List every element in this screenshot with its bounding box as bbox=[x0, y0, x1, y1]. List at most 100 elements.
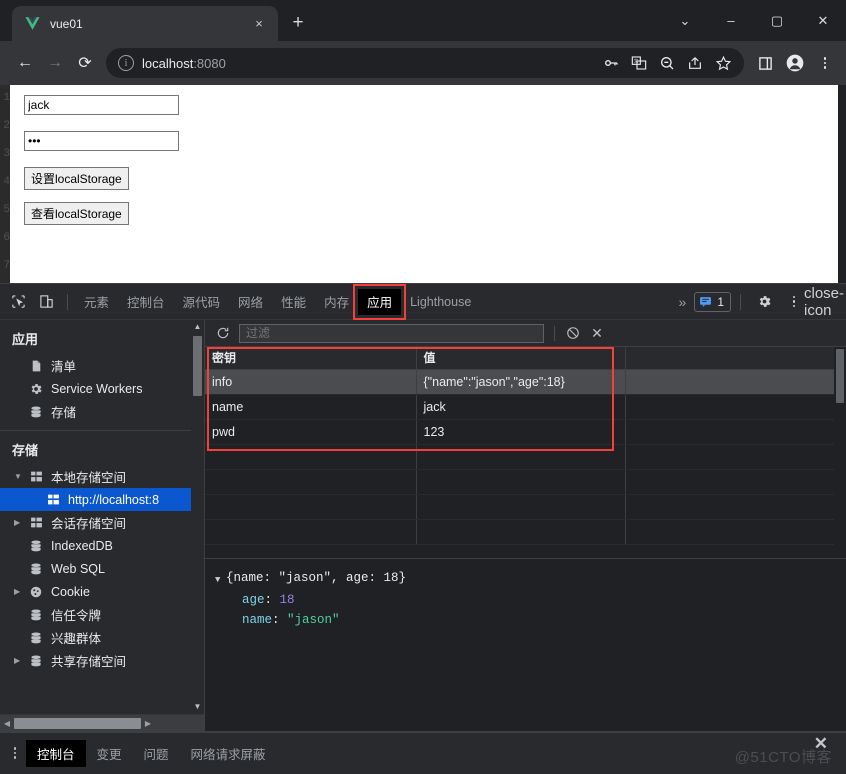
tab-memory[interactable]: 内存 bbox=[315, 289, 358, 315]
maximize-button[interactable]: ▢ bbox=[754, 5, 800, 37]
table-row[interactable]: pwd 123 bbox=[205, 419, 846, 445]
twisty-icon[interactable]: ▼ bbox=[14, 472, 26, 481]
sidebar-item-manifest[interactable]: 清单 bbox=[0, 354, 204, 377]
drawer-tab-console[interactable]: 控制台 bbox=[26, 739, 86, 767]
more-tabs-chevron-icon[interactable]: » bbox=[673, 294, 693, 310]
clear-prohibited-icon[interactable] bbox=[561, 322, 585, 344]
sidebar-item-trust-tokens[interactable]: 信任令牌 bbox=[0, 603, 204, 626]
refresh-icon[interactable] bbox=[211, 322, 235, 344]
sidebar-section-application-title: 应用 bbox=[12, 332, 39, 347]
twisty-icon[interactable]: ▼ bbox=[215, 568, 226, 590]
column-header-key[interactable]: 密钥 bbox=[205, 347, 417, 370]
cell-filler bbox=[625, 419, 846, 445]
database-icon bbox=[28, 631, 44, 645]
tab-search-icon[interactable]: ⌄ bbox=[662, 5, 708, 37]
drawer-tab-network-blocking[interactable]: 网络请求屏蔽 bbox=[180, 740, 277, 767]
preview-entry-key: age bbox=[242, 593, 265, 607]
forward-icon[interactable]: → bbox=[40, 48, 70, 78]
preview-summary-row[interactable]: ▼ {name: "jason", age: 18} bbox=[215, 568, 846, 590]
sidebar-item-service-workers[interactable]: Service Workers bbox=[0, 377, 204, 400]
tab-application[interactable]: 应用 bbox=[353, 283, 407, 320]
close-devtools-icon[interactable]: close-icon bbox=[804, 285, 844, 319]
scrollbar-thumb[interactable] bbox=[836, 349, 844, 403]
preview-entry-value: "jason" bbox=[287, 613, 340, 627]
address-bar[interactable]: i localhost:8080 文 bbox=[106, 48, 744, 78]
tab-console[interactable]: 控制台 bbox=[118, 289, 174, 315]
sidebar-item-local-storage[interactable]: ▼ 本地存储空间 bbox=[0, 465, 204, 488]
bookmark-star-icon[interactable] bbox=[710, 50, 736, 76]
sidebar-vertical-scrollbar[interactable]: ▲ bbox=[191, 320, 204, 697]
scrollbar-thumb[interactable] bbox=[193, 336, 202, 396]
device-toolbar-icon[interactable] bbox=[32, 289, 60, 315]
sidebar-item-shared-storage[interactable]: ▶ 共享存储空间 bbox=[0, 649, 204, 672]
gear-icon[interactable] bbox=[750, 289, 778, 315]
table-vertical-scrollbar[interactable] bbox=[834, 347, 846, 558]
column-header-value[interactable]: 值 bbox=[416, 347, 626, 370]
twisty-icon[interactable]: ▶ bbox=[14, 587, 26, 596]
message-count-badge[interactable]: 1 bbox=[694, 291, 731, 312]
tab-close-icon[interactable]: × bbox=[250, 15, 268, 33]
table-empty-row[interactable] bbox=[205, 519, 846, 545]
scroll-up-icon[interactable]: ▲ bbox=[194, 320, 202, 334]
preview-entry-row[interactable]: age: 18 bbox=[215, 590, 846, 610]
cell-value[interactable]: {"name":"jason","age":18} bbox=[416, 369, 626, 395]
omnibox-actions: 文 bbox=[598, 50, 736, 76]
site-info-icon[interactable]: i bbox=[118, 55, 134, 71]
table-empty-row[interactable] bbox=[205, 469, 846, 495]
table-empty-row[interactable] bbox=[205, 494, 846, 520]
browser-tab[interactable]: vue01 × bbox=[12, 6, 278, 41]
tab-lighthouse[interactable]: Lighthouse bbox=[401, 289, 480, 315]
sidebar-item-session-storage[interactable]: ▶ 会话存储空间 bbox=[0, 511, 204, 534]
table-row[interactable]: name jack bbox=[205, 394, 846, 420]
scroll-right-icon[interactable]: ▶ bbox=[141, 719, 155, 728]
cursor-inspect-icon[interactable] bbox=[4, 289, 32, 315]
tab-elements[interactable]: 元素 bbox=[75, 289, 118, 315]
reload-icon[interactable]: ⟳ bbox=[70, 48, 100, 78]
scroll-down-icon[interactable]: ▼ bbox=[191, 700, 204, 714]
side-panel-icon[interactable] bbox=[750, 48, 780, 78]
new-tab-button[interactable]: + bbox=[284, 9, 312, 37]
local-storage-table: 密钥 值 info {"name":"jason","age":18} name… bbox=[205, 347, 846, 545]
tab-network[interactable]: 网络 bbox=[229, 289, 272, 315]
drawer-tab-issues[interactable]: 问题 bbox=[133, 740, 180, 767]
filter-input[interactable] bbox=[239, 323, 544, 343]
zoom-out-icon[interactable] bbox=[654, 50, 680, 76]
toolbar-divider bbox=[67, 293, 68, 310]
sidebar-item-label: 清单 bbox=[51, 360, 77, 374]
column-header-filler bbox=[625, 347, 846, 370]
close-window-button[interactable]: ✕ bbox=[800, 5, 846, 37]
drawer-more-icon[interactable] bbox=[4, 740, 26, 766]
tab-title: vue01 bbox=[50, 16, 83, 31]
tab-sources[interactable]: 源代码 bbox=[174, 289, 230, 315]
sidebar-item-interest-groups[interactable]: 兴趣群体 bbox=[0, 626, 204, 649]
minimize-button[interactable]: – bbox=[708, 5, 754, 37]
key-icon[interactable] bbox=[598, 50, 624, 76]
cell-value[interactable]: jack bbox=[416, 394, 626, 420]
table-row[interactable]: info {"name":"jason","age":18} bbox=[205, 369, 846, 395]
scroll-left-icon[interactable]: ◀ bbox=[0, 719, 14, 728]
delete-x-icon[interactable]: ✕ bbox=[585, 322, 609, 344]
preview-entry-row[interactable]: name: "jason" bbox=[215, 610, 846, 630]
sidebar-item-storage[interactable]: 存储 bbox=[0, 400, 204, 423]
browser-menu-icon[interactable] bbox=[810, 48, 840, 78]
cell-key[interactable]: info bbox=[205, 369, 417, 395]
share-icon[interactable] bbox=[682, 50, 708, 76]
cell-key[interactable]: name bbox=[205, 394, 417, 420]
twisty-icon[interactable]: ▶ bbox=[14, 656, 26, 665]
sidebar-item-web-sql[interactable]: Web SQL bbox=[0, 557, 204, 580]
translate-icon[interactable]: 文 bbox=[626, 50, 652, 76]
drawer-tab-changes[interactable]: 变更 bbox=[86, 740, 133, 767]
sidebar-item-indexeddb[interactable]: IndexedDB bbox=[0, 534, 204, 557]
profile-avatar-icon[interactable] bbox=[780, 48, 810, 78]
twisty-icon[interactable]: ▶ bbox=[14, 518, 26, 527]
cell-value[interactable]: 123 bbox=[416, 419, 626, 445]
cell-key[interactable]: pwd bbox=[205, 419, 417, 445]
tab-performance[interactable]: 性能 bbox=[272, 289, 315, 315]
hscrollbar-thumb[interactable] bbox=[14, 717, 141, 729]
sidebar-item-localhost-origin[interactable]: http://localhost:8 bbox=[0, 488, 204, 511]
table-empty-row[interactable] bbox=[205, 444, 846, 470]
drawer-close-icon[interactable]: ✕ bbox=[814, 734, 828, 754]
back-icon[interactable]: ← bbox=[10, 48, 40, 78]
sidebar-item-cookie[interactable]: ▶ Cookie bbox=[0, 580, 204, 603]
sidebar-horizontal-scrollbar[interactable]: ◀ ▶ bbox=[0, 714, 204, 731]
